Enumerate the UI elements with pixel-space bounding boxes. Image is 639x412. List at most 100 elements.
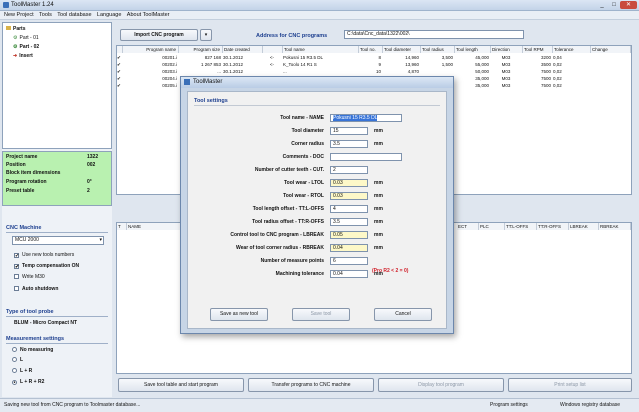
col-arrow[interactable] (263, 46, 283, 53)
col-tool-diameter[interactable]: Tool diameter (383, 46, 421, 53)
col-lbreak[interactable]: LBREAK (569, 223, 599, 230)
checkbox-auto-shutdown[interactable]: Auto shutdown (14, 286, 58, 292)
tree-item-part-01[interactable]: ⚙ Part - 01 (13, 35, 39, 41)
cnc-machine-select[interactable]: MCU 2000 ▾ (12, 236, 104, 245)
minimize-button[interactable]: _ (596, 1, 608, 9)
save-as-new-tool-button[interactable]: Save as new tool (210, 308, 268, 321)
table-cell: M03 (501, 55, 511, 60)
col-rbreak[interactable]: RBREAK (599, 223, 631, 230)
divider (6, 232, 108, 233)
field-input[interactable]: 15 (330, 127, 368, 135)
table-cell: 00204.i (162, 76, 177, 81)
tree-item-insert[interactable]: ➜ Insert (13, 53, 33, 59)
field-input[interactable]: 0.03 (330, 192, 368, 200)
field-label: Wear of tool corner radius - RBREAK (236, 245, 324, 251)
field-value: 4 (333, 206, 336, 212)
table-cell: M03 (501, 83, 511, 88)
field-input[interactable]: 3.5 (330, 140, 368, 148)
col-t[interactable]: T (117, 223, 127, 230)
close-window-button[interactable]: ✕ (620, 1, 637, 9)
tree-root[interactable]: Parts (6, 26, 26, 32)
cancel-button[interactable]: Cancel (374, 308, 432, 321)
col-direction[interactable]: Direction (491, 46, 523, 53)
field-value: 0.04 (333, 245, 343, 251)
radio-l[interactable]: L (12, 357, 23, 363)
app-icon (184, 79, 190, 85)
parts-tree: Parts ⚙ Part - 01 ⚙ Part - 02 ➜ Insert (2, 22, 112, 149)
col-program-size[interactable]: Program size (179, 46, 223, 53)
import-dropdown-button[interactable]: ▾ (200, 29, 212, 41)
field-input[interactable]: 2 (330, 166, 368, 174)
col-plc[interactable]: PLC (479, 223, 505, 230)
folder-icon (6, 26, 11, 30)
radio-l-r[interactable]: L + R (12, 368, 32, 374)
col-tolerance[interactable]: Tolerance (553, 46, 591, 53)
field-input[interactable]: Pokusni 15 R3.5 DL (330, 114, 402, 122)
field-value: 2 (333, 167, 336, 173)
menu-language[interactable]: Language (97, 11, 121, 20)
col-tool-no[interactable]: Tool no. (359, 46, 383, 53)
tool-settings-dialog: ToolMaster Tool settings Tool name - NAM… (180, 76, 454, 334)
field-label: Machining tolerance (275, 271, 324, 277)
field-label: Number of measure points (260, 258, 324, 264)
table-cell: 30.1.2012 (223, 55, 244, 60)
field-input[interactable]: 0.04 (330, 244, 368, 252)
measure-points-hint: (Pro R2 < 2 = 0) (372, 268, 409, 274)
display-tool-program-button[interactable]: Display tool program (378, 378, 504, 392)
transfer-programs-button[interactable]: Transfer programs to CNC machine (248, 378, 374, 392)
table-cell: 0,02 (553, 69, 562, 74)
import-cnc-program-button[interactable]: Import CNC program (120, 29, 198, 41)
preset-table-value: 2 (87, 188, 90, 194)
dialog-title-bar: ToolMaster (181, 77, 453, 88)
menu-tools[interactable]: Tools (39, 11, 52, 20)
field-label: Tool name - NAME (280, 115, 324, 121)
radio-l-r-r2[interactable]: • L + R + R2 (12, 379, 44, 386)
col-ect[interactable]: ECT (457, 223, 479, 230)
col-tool-name[interactable]: Tool name (283, 46, 359, 53)
table-cell: 14,960 (405, 55, 419, 60)
radio-no-measuring[interactable]: No measuring (12, 347, 53, 353)
menu-new-project[interactable]: New Project (4, 11, 34, 20)
field-input[interactable]: 6 (330, 257, 368, 265)
col-program-name[interactable]: Program name (123, 46, 179, 53)
menu-about[interactable]: About ToolMaster (127, 11, 170, 20)
chevron-down-icon: ▾ (204, 32, 208, 38)
field-input[interactable] (330, 153, 402, 161)
save-and-start-button[interactable]: Save tool table and start program (118, 378, 244, 392)
print-setup-list-button[interactable]: Print setup list (508, 378, 632, 392)
address-input[interactable]: C:\data\Cnc_data\1322\002\ (344, 30, 524, 39)
tree-item-part-02[interactable]: ⚙ Part - 02 (13, 44, 39, 50)
checkbox-temp-compensation[interactable]: ✔ Temp compensation ON (14, 263, 79, 270)
field-input[interactable]: 0.03 (330, 179, 368, 187)
field-input[interactable]: 4 (330, 205, 368, 213)
table-cell: 0,04 (553, 55, 562, 60)
field-value: 6 (333, 258, 336, 264)
field-input[interactable]: 0.05 (330, 231, 368, 239)
checkbox-write-m30[interactable]: Write M30 (14, 274, 45, 280)
field-input[interactable]: 0.04 (330, 270, 368, 278)
table-cell: 00202.i (162, 62, 177, 67)
menu-tool-database[interactable]: Tool database (57, 11, 91, 20)
block-dimensions-label: Block item dimensions (6, 170, 61, 176)
field-input[interactable]: 3.5 (330, 218, 368, 226)
table-cell: 0,02 (553, 62, 562, 67)
col-tool-radius[interactable]: Tool radius (421, 46, 455, 53)
col-tt-l-offs[interactable]: TT:L-OFFS (505, 223, 537, 230)
checkbox-use-new-tool-numbers[interactable]: ✔ Use new tools numbers (14, 252, 74, 259)
field-value: 0.03 (333, 193, 343, 199)
table-row[interactable]: ✔ 00202.i 1 267 853 30.1.2012 <- K_Toolo 14 R… (117, 61, 631, 68)
save-tool-button[interactable]: Save tool (292, 308, 350, 321)
field-label: Tool diameter (291, 128, 324, 134)
col-tool-length[interactable]: Tool length (455, 46, 491, 53)
table-cell: M03 (501, 62, 511, 67)
col-tt-r-offs[interactable]: TT:R-OFFS (537, 223, 569, 230)
col-change[interactable]: Change (591, 46, 631, 53)
field-value: 0.05 (333, 232, 343, 238)
maximize-button[interactable]: □ (608, 1, 620, 9)
col-date-created[interactable]: Date created (223, 46, 263, 53)
table-cell: 00203.i (162, 69, 177, 74)
col-tool-rpm[interactable]: Tool RPM (523, 46, 553, 53)
table-row[interactable]: ✔ 00203.i... 30.1.2012... 10 4,870 50,000 M03 7… (117, 68, 631, 75)
table-row[interactable]: ✔ 00201.i 827 168 30.1.2012 <- Pokusni 15 R3.… (117, 54, 631, 61)
field-value: 3.5 (333, 141, 340, 147)
